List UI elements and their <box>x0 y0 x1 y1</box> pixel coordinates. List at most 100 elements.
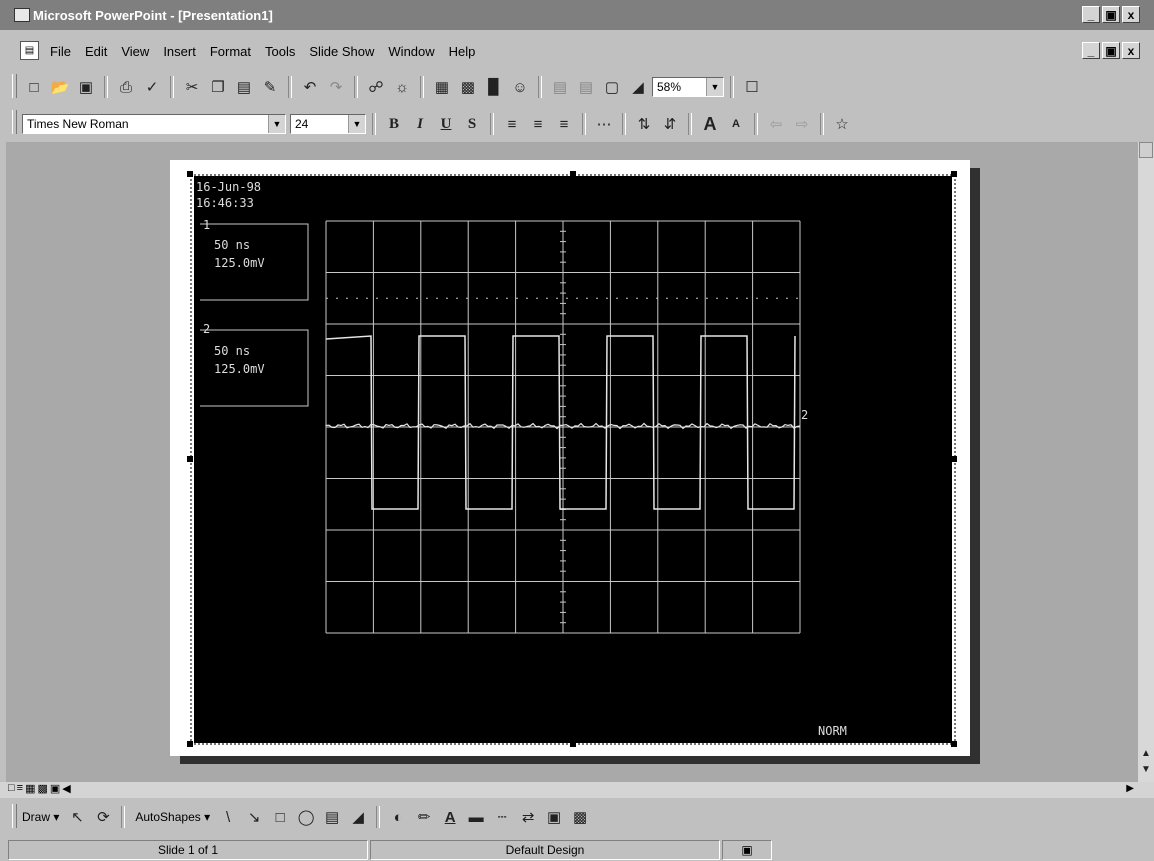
menu-file[interactable]: File <box>50 44 71 59</box>
apply-design-icon[interactable]: ▢ <box>600 76 624 98</box>
vertical-scrollbar[interactable]: ▲ ▼ <box>1138 142 1154 782</box>
shadow-style-icon[interactable]: ▣ <box>542 806 566 828</box>
doc-minimize-button[interactable]: _ <box>1082 42 1100 59</box>
spelling-status-icon[interactable]: ▣ <box>722 840 772 860</box>
menu-tools[interactable]: Tools <box>265 44 295 59</box>
resize-handle[interactable] <box>951 456 957 462</box>
menu-view[interactable]: View <box>121 44 149 59</box>
select-objects-icon[interactable]: ↖ <box>65 806 89 828</box>
paste-icon[interactable]: ▤ <box>232 76 256 98</box>
toolbar-grip[interactable] <box>12 74 17 98</box>
print-icon[interactable]: ⎙ <box>114 76 138 98</box>
chevron-down-icon[interactable]: ▼ <box>706 78 723 96</box>
fill-color-icon[interactable]: ◐ <box>386 806 410 828</box>
resize-handle[interactable] <box>187 741 193 747</box>
insert-excel-icon[interactable]: ▩ <box>456 76 480 98</box>
cut-icon[interactable]: ✂ <box>180 76 204 98</box>
office-assistant-icon[interactable]: ☐ <box>740 76 764 98</box>
toolbar-grip[interactable] <box>12 804 17 828</box>
line-icon[interactable]: \ <box>216 806 240 828</box>
open-icon[interactable]: 📂 <box>48 76 72 98</box>
copy-icon[interactable]: ❐ <box>206 76 230 98</box>
align-center-icon[interactable]: ≡ <box>526 113 550 135</box>
doc-restore-button[interactable]: ▣ <box>1102 42 1120 59</box>
resize-handle[interactable] <box>951 171 957 177</box>
promote-icon[interactable]: ⇦ <box>764 113 788 135</box>
italic-icon[interactable]: I <box>408 113 432 135</box>
increase-spacing-icon[interactable]: ⇅ <box>632 113 656 135</box>
grayscale-icon[interactable]: ◢ <box>626 76 650 98</box>
new-icon[interactable]: □ <box>22 76 46 98</box>
powerpoint-app-icon[interactable] <box>14 8 30 22</box>
chevron-down-icon[interactable]: ▼ <box>348 115 365 133</box>
arrow-icon[interactable]: ↘ <box>242 806 266 828</box>
previous-slide-icon[interactable]: ▲ <box>1139 746 1153 760</box>
rectangle-icon[interactable]: □ <box>268 806 292 828</box>
bullets-icon[interactable]: ⋯ <box>592 113 616 135</box>
web-toolbar-icon[interactable]: ☼ <box>390 76 414 98</box>
resize-handle[interactable] <box>187 456 193 462</box>
slide-layout-icon[interactable]: ▤ <box>574 76 598 98</box>
slide-sorter-icon[interactable]: ▩ <box>37 782 47 795</box>
save-icon[interactable]: ▣ <box>74 76 98 98</box>
resize-handle[interactable] <box>187 171 193 177</box>
resize-handle[interactable] <box>570 171 576 177</box>
line-style-icon[interactable]: ▬ <box>464 806 488 828</box>
bold-icon[interactable]: B <box>382 113 406 135</box>
scroll-thumb[interactable] <box>1139 142 1153 158</box>
oval-icon[interactable]: ◯ <box>294 806 318 828</box>
scroll-right-icon[interactable]: ▶ <box>1126 783 1134 794</box>
align-right-icon[interactable]: ≡ <box>552 113 576 135</box>
format-painter-icon[interactable]: ✎ <box>258 76 282 98</box>
spelling-icon[interactable]: ✓ <box>140 76 164 98</box>
oscilloscope-image[interactable] <box>194 176 952 743</box>
menu-insert[interactable]: Insert <box>163 44 196 59</box>
slide-view-icon[interactable]: ▦ <box>25 782 35 795</box>
chevron-down-icon[interactable]: ▼ <box>268 115 285 133</box>
arrow-style-icon[interactable]: ⇄ <box>516 806 540 828</box>
text-box-icon[interactable]: ▤ <box>320 806 344 828</box>
decrease-spacing-icon[interactable]: ⇵ <box>658 113 682 135</box>
hyperlink-icon[interactable]: ☍ <box>364 76 388 98</box>
undo-icon[interactable]: ↶ <box>298 76 322 98</box>
redo-icon[interactable]: ↷ <box>324 76 348 98</box>
insert-clipart-icon[interactable]: ☺ <box>508 76 532 98</box>
font-size-select[interactable]: 24 ▼ <box>290 114 366 134</box>
font-color-icon[interactable]: A <box>438 806 462 828</box>
line-color-icon[interactable]: ✏ <box>412 806 436 828</box>
menu-format[interactable]: Format <box>210 44 251 59</box>
insert-chart-icon[interactable]: ▉ <box>482 76 506 98</box>
toolbar-grip[interactable] <box>12 110 17 134</box>
shadow-icon[interactable]: S <box>460 113 484 135</box>
next-slide-icon[interactable]: ▼ <box>1139 762 1153 776</box>
decrease-font-icon[interactable]: A <box>724 113 748 135</box>
document-icon[interactable]: ▤ <box>20 41 39 60</box>
new-slide-icon[interactable]: ▤ <box>548 76 572 98</box>
increase-font-icon[interactable]: A <box>698 113 722 135</box>
slide-show-icon[interactable]: ▣ <box>50 782 60 795</box>
maximize-button[interactable]: ▣ <box>1102 6 1120 23</box>
draw-menu-button[interactable]: Draw ▾ <box>22 810 59 824</box>
resize-handle[interactable] <box>951 741 957 747</box>
wordart-icon[interactable]: ◢ <box>346 806 370 828</box>
outline-view-icon[interactable]: ≡ <box>17 782 23 795</box>
menu-slide-show[interactable]: Slide Show <box>309 44 374 59</box>
normal-view-icon[interactable]: □ <box>8 782 15 795</box>
resize-handle[interactable] <box>570 741 576 747</box>
menu-help[interactable]: Help <box>449 44 476 59</box>
insert-table-icon[interactable]: ▦ <box>430 76 454 98</box>
3d-style-icon[interactable]: ▩ <box>568 806 592 828</box>
free-rotate-icon[interactable]: ⟳ <box>91 806 115 828</box>
animation-effects-icon[interactable]: ☆ <box>830 113 854 135</box>
doc-close-button[interactable]: x <box>1122 42 1140 59</box>
scroll-left-icon[interactable]: ◀ <box>62 782 70 795</box>
font-select[interactable]: Times New Roman ▼ <box>22 114 286 134</box>
dash-style-icon[interactable]: ┄ <box>490 806 514 828</box>
zoom-select[interactable]: 58% ▼ <box>652 77 724 97</box>
minimize-button[interactable]: _ <box>1082 6 1100 23</box>
autoshapes-menu-button[interactable]: AutoShapes ▾ <box>135 810 210 824</box>
menu-window[interactable]: Window <box>388 44 434 59</box>
close-button[interactable]: x <box>1122 6 1140 23</box>
demote-icon[interactable]: ⇨ <box>790 113 814 135</box>
align-left-icon[interactable]: ≡ <box>500 113 524 135</box>
